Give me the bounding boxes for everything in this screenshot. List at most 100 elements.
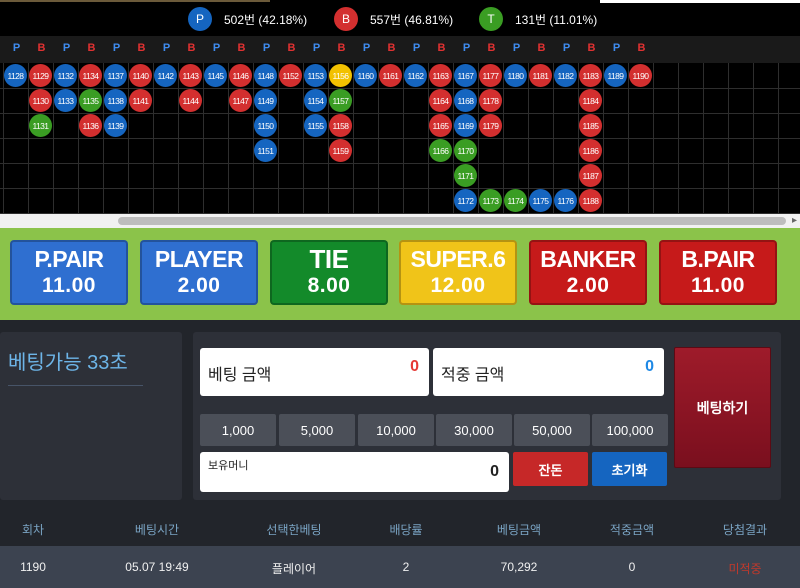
scroll-right-icon[interactable]: ▸ [792, 215, 797, 226]
chip-5000-button[interactable]: 5,000 [279, 414, 355, 446]
road-bead: 1138 [104, 89, 127, 112]
road-bead: 1188 [579, 189, 602, 212]
road-bead: 1148 [254, 64, 277, 87]
history-header: 회차 베팅시간 선택한베팅 배당률 베팅금액 적중금액 당첨결과 [0, 510, 800, 546]
road-header-label: P [12, 42, 21, 54]
timer-panel: 베팅가능 33초 [0, 332, 182, 500]
bet-player-pair[interactable]: P.PAIR 11.00 [10, 240, 128, 305]
road-header-label: B [387, 42, 396, 54]
bet-name: PLAYER [154, 246, 244, 272]
bet-amount-label: 베팅 금액 [208, 367, 272, 384]
chip-50000-button[interactable]: 50,000 [514, 414, 590, 446]
cell-round: 1190 [20, 560, 46, 574]
cell-bet-time: 05.07 19:49 [125, 560, 189, 574]
road-bead: 1144 [179, 89, 202, 112]
road-bead: 1183 [579, 64, 602, 87]
chip-100000-button[interactable]: 100,000 [592, 414, 668, 446]
col-result: 당첨결과 [722, 523, 768, 537]
bet-banker[interactable]: BANKER 2.00 [529, 240, 647, 305]
road-bead: 1132 [54, 64, 77, 87]
road-header-label: B [287, 42, 296, 54]
place-bet-button[interactable]: 베팅하기 [674, 347, 771, 468]
bet-player[interactable]: PLAYER 2.00 [140, 240, 258, 305]
bet-amount-field[interactable]: 베팅 금액 0 [200, 348, 429, 396]
betting-timer: 베팅가능 33초 [8, 346, 143, 386]
road-bead: 1174 [504, 189, 527, 212]
player-stat: P 502번 (42.18%) [188, 7, 307, 31]
banker-stat-text: 557번 (46.81%) [370, 12, 454, 27]
road-bead: 1146 [229, 64, 252, 87]
bet-name: SUPER.6 [410, 246, 506, 272]
win-amount-label: 적중 금액 [441, 367, 505, 384]
col-odds: 배당률 [389, 523, 423, 537]
road-bead: 1187 [579, 164, 602, 187]
bet-odds: 8.00 [307, 274, 351, 297]
road-bead: 1171 [454, 164, 477, 187]
road-bead: 1136 [79, 114, 102, 137]
bet-odds: 11.00 [691, 274, 745, 297]
road-bead: 1176 [554, 189, 577, 212]
tie-stat: T 131번 (11.01%) [479, 7, 597, 31]
cell-bet-amount: 70,292 [500, 560, 538, 574]
road-header-label: P [212, 42, 221, 54]
road-bead: 1172 [454, 189, 477, 212]
road-bead: 1166 [429, 139, 452, 162]
road-bead: 1184 [579, 89, 602, 112]
road-bead: 1168 [454, 89, 477, 112]
bet-super6[interactable]: SUPER.6 12.00 [399, 240, 517, 305]
road-header-label: P [612, 42, 621, 54]
bet-name: B.PAIR [681, 246, 755, 272]
road-bead: 1150 [254, 114, 277, 137]
table-row[interactable]: 1190 05.07 19:49 플레이어 2 70,292 0 미적중 [0, 546, 800, 588]
change-button[interactable]: 잔돈 [513, 452, 588, 486]
road-header-label: P [162, 42, 171, 54]
road-header-label: B [587, 42, 596, 54]
chip-1000-button[interactable]: 1,000 [200, 414, 276, 446]
road-grid-line [0, 163, 800, 164]
road-bead: 1175 [529, 189, 552, 212]
bet-banker-pair[interactable]: B.PAIR 11.00 [659, 240, 777, 305]
road-header-label: P [512, 42, 521, 54]
bet-odds: 2.00 [177, 274, 221, 297]
col-win-amount: 적중금액 [609, 523, 655, 537]
road-header-label: P [62, 42, 71, 54]
road-header-label: P [112, 42, 121, 54]
balance-value: 0 [490, 463, 499, 480]
reset-button[interactable]: 초기화 [592, 452, 667, 486]
road-bead: 1129 [29, 64, 52, 87]
scrollbar-thumb[interactable] [118, 217, 786, 225]
road-bead: 1182 [554, 64, 577, 87]
bet-type-panel: P.PAIR 11.00 PLAYER 2.00 TIE 8.00 SUPER.… [0, 228, 800, 320]
chip-10000-button[interactable]: 10,000 [358, 414, 434, 446]
chip-30000-button[interactable]: 30,000 [436, 414, 512, 446]
bet-tie[interactable]: TIE 8.00 [270, 240, 388, 305]
betting-area: 베팅가능 33초 베팅 금액 0 적중 금액 0 1,000 5,000 10,… [0, 320, 800, 510]
road-bead: 1156 [329, 64, 352, 87]
road-header-label: B [237, 42, 246, 54]
road-header-label: P [562, 42, 571, 54]
road-bead: 1141 [129, 89, 152, 112]
road-bead: 1147 [229, 89, 252, 112]
bet-odds: 2.00 [566, 274, 610, 297]
bet-name: TIE [309, 244, 349, 274]
road-bead: 1181 [529, 64, 552, 87]
road-bead: 1164 [429, 89, 452, 112]
result-stats-bar: P 502번 (42.18%) B 557번 (46.81%) T 131번 (… [0, 0, 800, 36]
bet-odds: 12.00 [430, 274, 486, 297]
top-edge [600, 0, 800, 3]
road-bead: 1163 [429, 64, 452, 87]
road-bead: 1131 [29, 114, 52, 137]
road-bead: 1177 [479, 64, 502, 87]
road-scrollbar[interactable]: ▸ [0, 214, 800, 228]
road-bead: 1178 [479, 89, 502, 112]
road-header-label: P [312, 42, 321, 54]
road-grid-line [0, 113, 800, 114]
road-bead: 1134 [79, 64, 102, 87]
road-header-label: B [537, 42, 546, 54]
road-bead: 1180 [504, 64, 527, 87]
road-bead: 1170 [454, 139, 477, 162]
banker-stat: B 557번 (46.81%) [334, 7, 453, 31]
road-bead: 1165 [429, 114, 452, 137]
road-header-label: B [87, 42, 96, 54]
col-bet-amount: 베팅금액 [496, 523, 542, 537]
